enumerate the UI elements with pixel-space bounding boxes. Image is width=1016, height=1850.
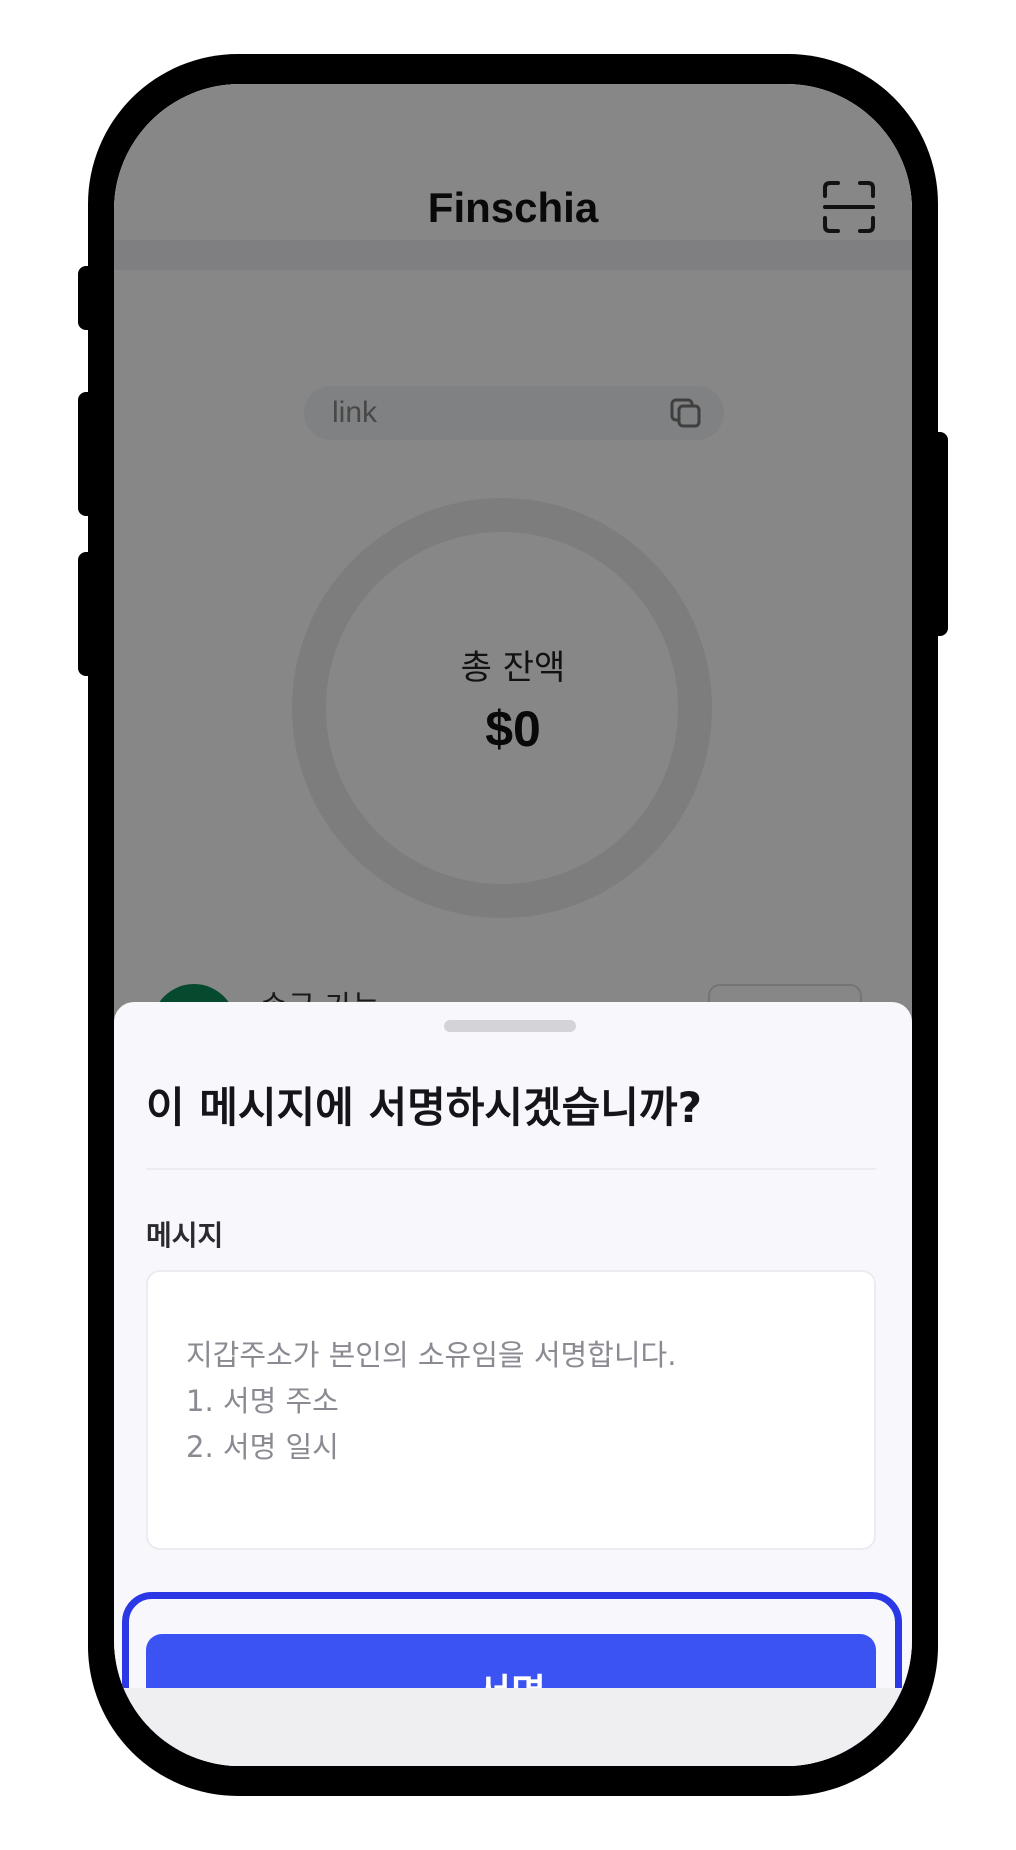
- message-line: 2. 서명 일시: [186, 1430, 339, 1464]
- home-indicator-area: [114, 1688, 912, 1766]
- phone-frame: Finschia link 총 잔액 $0 이 메시지에 서명하시겠습니까? 메…: [88, 54, 938, 1796]
- device-frame-stage: Finschia link 총 잔액 $0 이 메시지에 서명하시겠습니까? 메…: [0, 0, 1016, 1850]
- phone-screen: Finschia link 총 잔액 $0 이 메시지에 서명하시겠습니까? 메…: [114, 84, 912, 1766]
- sheet-divider: [146, 1168, 876, 1170]
- sign-message-sheet: 이 메시지에 서명하시겠습니까? 메시지 지갑주소가 본인의 소유임을 서명합니…: [114, 1002, 912, 1766]
- message-content-box: 지갑주소가 본인의 소유임을 서명합니다. 1. 서명 주소 2. 서명 일시: [146, 1270, 876, 1550]
- message-line: 1. 서명 주소: [186, 1384, 339, 1418]
- sheet-title: 이 메시지에 서명하시겠습니까?: [146, 1083, 702, 1132]
- message-field-label: 메시지: [146, 1219, 224, 1252]
- sheet-drag-handle[interactable]: [444, 1020, 576, 1032]
- message-line: 지갑주소가 본인의 소유임을 서명합니다.: [186, 1338, 677, 1372]
